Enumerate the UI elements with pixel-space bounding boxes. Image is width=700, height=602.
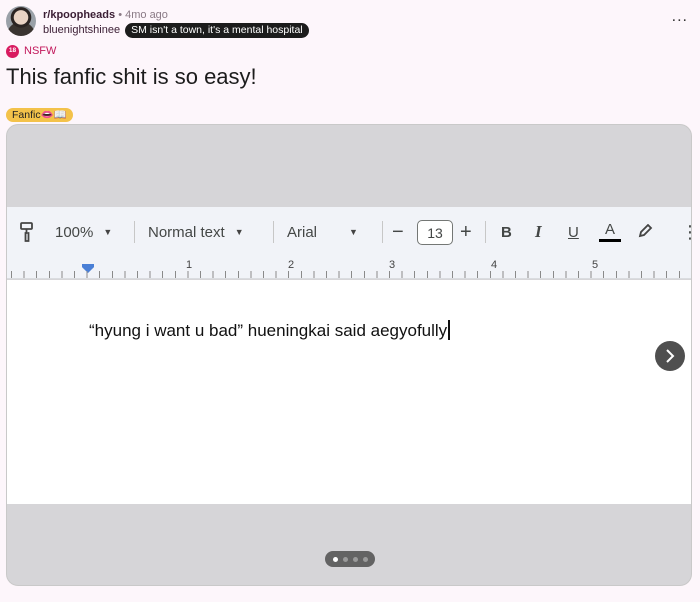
decrease-font-icon: − <box>392 220 404 243</box>
style-select: Normal text ▼ <box>148 223 244 241</box>
post-title[interactable]: This fanfic shit is so easy! <box>6 64 257 90</box>
more-tools-icon: ⋮ <box>681 207 691 257</box>
page-dot[interactable] <box>342 556 348 562</box>
chevron-right-icon <box>666 349 675 363</box>
user-flair: SM isn't a town, it's a mental hospital <box>125 23 309 38</box>
chevron-down-icon: ▼ <box>234 227 244 237</box>
italic-icon: I <box>535 222 542 241</box>
bold-icon: B <box>501 223 512 241</box>
gallery-pagination[interactable] <box>325 551 375 567</box>
paint-format-icon <box>19 207 35 257</box>
docs-toolbar: 100% ▼ Normal text ▼ Arial ▼ − 13 + B I U A… <box>7 207 691 257</box>
highlight-pen-icon <box>637 207 653 257</box>
nsfw-icon: 18 <box>6 44 19 58</box>
text-cursor <box>448 320 450 340</box>
zoom-select: 100% ▼ <box>55 223 113 241</box>
document-page: “hyung i want u bad” hueningkai said aeg… <box>7 280 691 504</box>
next-image-button[interactable] <box>655 341 685 371</box>
post-age: 4mo ago <box>125 9 168 21</box>
font-size-field: 13 <box>417 220 453 245</box>
author-line: bluenightshinee SM isn't a town, it's a … <box>43 22 309 38</box>
nsfw-tag: 18 NSFW <box>6 44 56 58</box>
nsfw-label: NSFW <box>24 45 57 57</box>
page-dot[interactable] <box>362 556 368 562</box>
text-color-icon: A <box>599 207 621 257</box>
increase-font-icon: + <box>460 220 472 243</box>
document-text: “hyung i want u bad” hueningkai said aeg… <box>89 320 450 341</box>
post-meta: r/kpoopheads • 4mo ago <box>43 9 168 21</box>
author-username[interactable]: bluenightshinee <box>43 24 120 36</box>
subreddit-avatar[interactable] <box>6 6 36 36</box>
image-gallery[interactable]: 100% ▼ Normal text ▼ Arial ▼ − 13 + B I U A… <box>6 124 692 586</box>
more-options-icon[interactable]: ... <box>672 9 688 25</box>
chevron-down-icon: ▼ <box>103 227 113 237</box>
chevron-down-icon: ▼ <box>349 227 358 237</box>
subreddit-link[interactable]: r/kpoopheads <box>43 9 115 21</box>
font-select: Arial ▼ <box>287 223 358 241</box>
underline-icon: U <box>568 223 579 241</box>
page-dot[interactable] <box>352 556 358 562</box>
docs-ruler: 1 2 3 4 5 <box>7 257 691 279</box>
post-flair[interactable]: Fanfic👄📖 <box>6 108 73 122</box>
page-dot[interactable] <box>332 556 338 562</box>
